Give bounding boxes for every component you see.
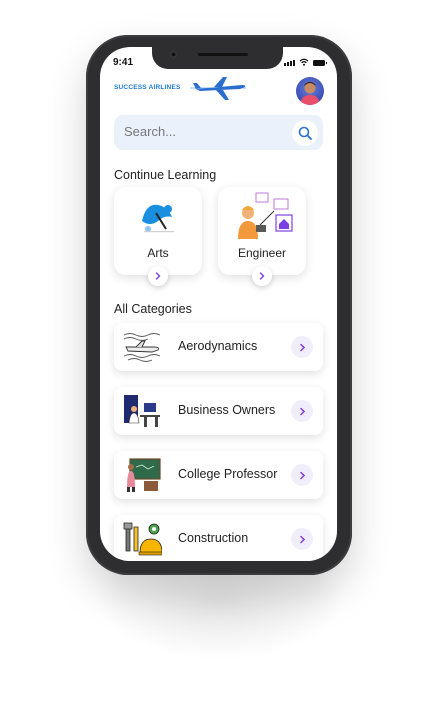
status-icons (284, 58, 327, 66)
search-button[interactable] (292, 120, 318, 146)
search-input[interactable] (124, 124, 274, 139)
business-owners-arrow-button[interactable] (291, 400, 313, 422)
category-label: Construction (178, 531, 249, 545)
chevron-right-icon (155, 272, 161, 280)
arts-arrow-button[interactable] (148, 266, 168, 286)
office-desk-icon (124, 395, 160, 427)
search-bar (114, 115, 323, 150)
category-item-aerodynamics[interactable]: Aerodynamics (114, 323, 323, 371)
avatar[interactable] (296, 77, 324, 105)
chevron-right-icon (299, 535, 305, 543)
course-card-engineer[interactable]: Engineer (218, 187, 306, 286)
engineer-illustration-icon (238, 192, 293, 239)
all-categories-title: All Categories (114, 302, 192, 316)
aerodynamics-arrow-button[interactable] (291, 336, 313, 358)
status-time: 9:41 (113, 57, 134, 68)
chalkboard-teacher-icon (127, 458, 161, 492)
battery-icon (313, 60, 327, 66)
brand-name: SUCCESS AIRLINES (114, 84, 181, 91)
course-label: Engineer (237, 246, 287, 260)
course-card-arts[interactable]: Arts (114, 187, 202, 286)
chevron-right-icon (299, 471, 305, 479)
tools-hardhat-icon (123, 522, 162, 556)
engineer-arrow-button[interactable] (252, 266, 272, 286)
notch (152, 47, 283, 69)
category-label: Business Owners (178, 403, 276, 417)
arts-illustration-icon (142, 204, 174, 233)
user-avatar-icon (300, 81, 320, 105)
search-icon (298, 126, 312, 140)
camera-icon (170, 51, 177, 58)
airplane-logo-icon (190, 77, 246, 100)
category-item-construction[interactable]: Construction (114, 515, 323, 561)
course-label: Arts (147, 246, 169, 260)
chevron-right-icon (299, 343, 305, 351)
category-item-business-owners[interactable]: Business Owners (114, 387, 323, 435)
wifi-icon (299, 58, 309, 66)
airplane-sketch-icon (123, 333, 161, 362)
construction-arrow-button[interactable] (291, 528, 313, 550)
app-screen: 9:41 SUCCESS AIRLINES Search... Continue… (100, 47, 337, 561)
category-label: Aerodynamics (178, 339, 258, 353)
signal-icon (284, 60, 295, 66)
college-professor-arrow-button[interactable] (291, 464, 313, 486)
speaker-grille (198, 53, 248, 56)
category-item-college-professor[interactable]: College Professor (114, 451, 323, 499)
chevron-right-icon (299, 407, 305, 415)
continue-learning-title: Continue Learning (114, 168, 217, 182)
category-label: College Professor (178, 467, 278, 481)
chevron-right-icon (259, 272, 265, 280)
